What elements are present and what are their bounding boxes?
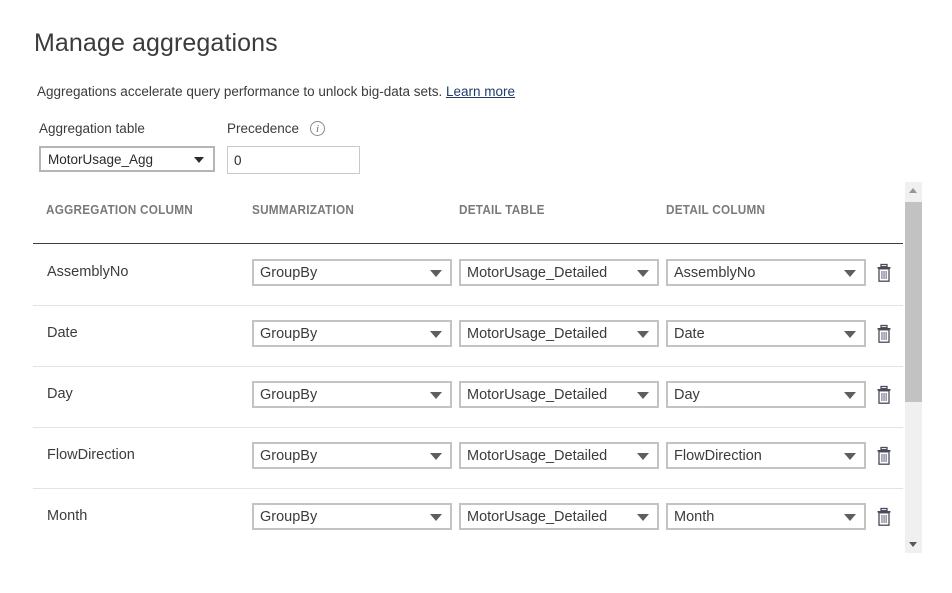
trash-icon — [877, 385, 891, 404]
trash-icon — [877, 324, 891, 343]
detail-column-value: AssemblyNo — [674, 265, 756, 281]
chevron-down-icon — [430, 392, 442, 399]
detail-column-value: Date — [674, 326, 705, 342]
column-header-aggregation-column: AGGREGATION COLUMN — [46, 203, 193, 217]
table-row: AssemblyNo GroupBy MotorUsage_Detailed A… — [0, 244, 903, 305]
chevron-down-icon — [844, 514, 856, 521]
trash-icon — [877, 507, 891, 526]
column-header-detail-table: DETAIL TABLE — [459, 203, 545, 217]
summarization-value: GroupBy — [260, 509, 318, 525]
chevron-down-icon — [637, 453, 649, 460]
detail-table-value: MotorUsage_Detailed — [467, 387, 608, 403]
detail-column-select[interactable]: Month — [666, 503, 866, 530]
table-row: Date GroupBy MotorUsage_Detailed Date — [0, 305, 903, 366]
detail-table-value: MotorUsage_Detailed — [467, 326, 608, 342]
page-title: Manage aggregations — [34, 29, 278, 57]
precedence-label: Precedence — [227, 121, 300, 136]
detail-table-value: MotorUsage_Detailed — [467, 448, 608, 464]
detail-table-select[interactable]: MotorUsage_Detailed — [459, 320, 659, 347]
summarization-select[interactable]: GroupBy — [252, 503, 452, 530]
summarization-select[interactable]: GroupBy — [252, 381, 452, 408]
page-subtitle: Aggregations accelerate query performanc… — [37, 83, 515, 101]
summarization-value: GroupBy — [260, 265, 318, 281]
delete-row-button[interactable] — [873, 262, 895, 284]
vertical-scrollbar[interactable] — [905, 182, 922, 553]
chevron-down-icon — [844, 331, 856, 338]
chevron-down-icon — [430, 514, 442, 521]
summarization-select[interactable]: GroupBy — [252, 259, 452, 286]
detail-table-select[interactable]: MotorUsage_Detailed — [459, 503, 659, 530]
detail-column-value: Day — [674, 387, 700, 403]
column-header-detail-column: DETAIL COLUMN — [666, 203, 766, 217]
delete-row-button[interactable] — [873, 445, 895, 467]
table-row: Day GroupBy MotorUsage_Detailed Day — [0, 366, 903, 427]
aggregation-column-name: Day — [47, 386, 73, 402]
scrollbar-thumb[interactable] — [905, 202, 922, 402]
chevron-down-icon — [637, 392, 649, 399]
learn-more-link[interactable]: Learn more — [446, 84, 515, 99]
aggregations-table: AGGREGATION COLUMN SUMMARIZATION DETAIL … — [0, 196, 903, 549]
summarization-select[interactable]: GroupBy — [252, 442, 452, 469]
summarization-value: GroupBy — [260, 326, 318, 342]
column-header-summarization: SUMMARIZATION — [252, 203, 355, 217]
delete-row-button[interactable] — [873, 384, 895, 406]
table-row: FlowDirection GroupBy MotorUsage_Detaile… — [0, 427, 903, 488]
aggregation-table-select[interactable]: MotorUsage_Agg — [39, 146, 215, 172]
scrollbar-down-button[interactable] — [905, 536, 922, 553]
detail-table-value: MotorUsage_Detailed — [467, 265, 608, 281]
chevron-down-icon — [844, 453, 856, 460]
aggregation-table-label: Aggregation table — [39, 121, 145, 136]
trash-icon — [877, 446, 891, 465]
chevron-down-icon — [430, 331, 442, 338]
aggregation-column-name: Date — [47, 325, 78, 341]
info-icon[interactable]: i — [310, 121, 325, 136]
detail-table-select[interactable]: MotorUsage_Detailed — [459, 442, 659, 469]
aggregation-column-name: AssemblyNo — [47, 264, 129, 280]
chevron-down-icon — [430, 453, 442, 460]
delete-row-button[interactable] — [873, 323, 895, 345]
chevron-down-icon — [430, 270, 442, 277]
detail-column-select[interactable]: AssemblyNo — [666, 259, 866, 286]
table-row: Month GroupBy MotorUsage_Detailed Month — [0, 488, 903, 549]
detail-column-value: FlowDirection — [674, 448, 762, 464]
chevron-down-icon — [637, 331, 649, 338]
chevron-down-icon — [909, 542, 917, 547]
detail-column-select[interactable]: Day — [666, 381, 866, 408]
aggregation-table-value: MotorUsage_Agg — [48, 152, 154, 167]
detail-table-value: MotorUsage_Detailed — [467, 509, 608, 525]
aggregation-column-name: FlowDirection — [47, 447, 135, 463]
trash-icon — [877, 263, 891, 282]
chevron-down-icon — [194, 157, 204, 163]
chevron-down-icon — [844, 392, 856, 399]
summarization-value: GroupBy — [260, 448, 318, 464]
detail-table-select[interactable]: MotorUsage_Detailed — [459, 381, 659, 408]
detail-table-select[interactable]: MotorUsage_Detailed — [459, 259, 659, 286]
chevron-down-icon — [637, 514, 649, 521]
delete-row-button[interactable] — [873, 506, 895, 528]
summarization-select[interactable]: GroupBy — [252, 320, 452, 347]
subtitle-text: Aggregations accelerate query performanc… — [37, 84, 443, 99]
precedence-input[interactable] — [227, 146, 360, 174]
detail-column-value: Month — [674, 509, 715, 525]
chevron-down-icon — [637, 270, 649, 277]
aggregation-column-name: Month — [47, 508, 88, 524]
table-header-row: AGGREGATION COLUMN SUMMARIZATION DETAIL … — [0, 196, 903, 244]
summarization-value: GroupBy — [260, 387, 318, 403]
chevron-down-icon — [844, 270, 856, 277]
scrollbar-up-button[interactable] — [905, 182, 922, 199]
chevron-up-icon — [909, 188, 917, 193]
detail-column-select[interactable]: Date — [666, 320, 866, 347]
detail-column-select[interactable]: FlowDirection — [666, 442, 866, 469]
